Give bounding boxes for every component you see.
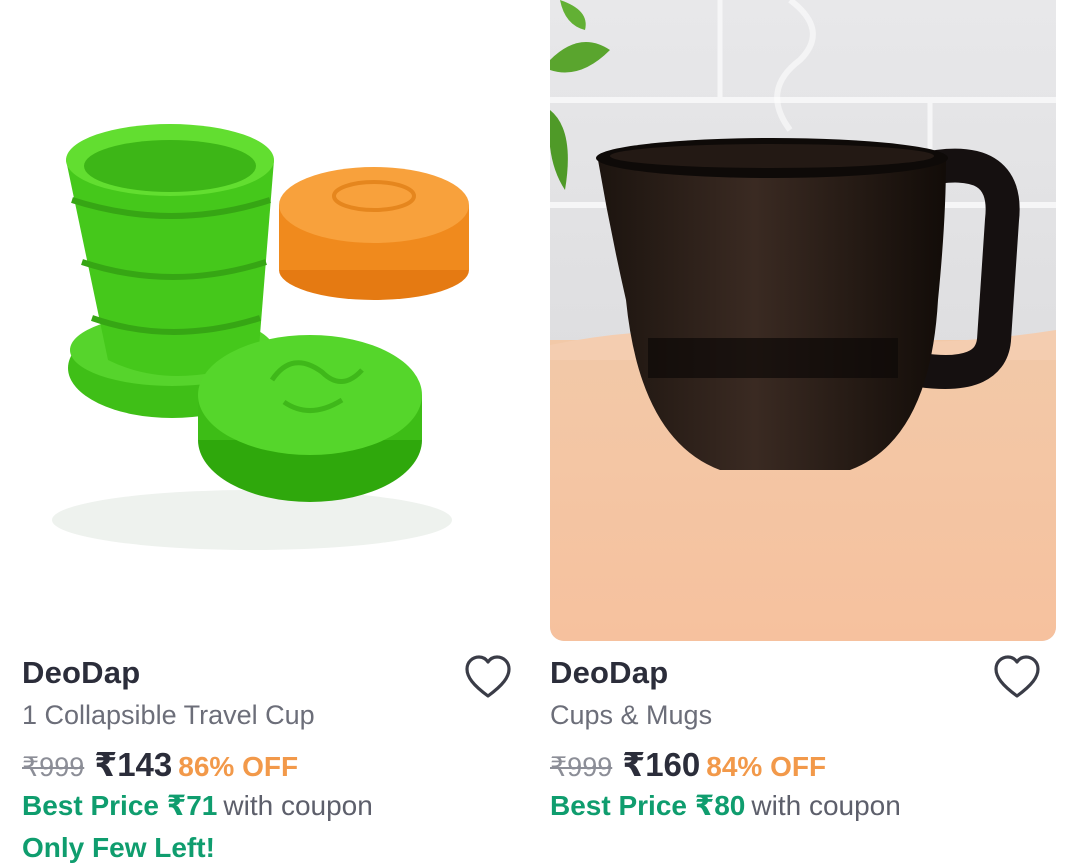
best-price-row: Best Price ₹71 with coupon [22, 789, 373, 822]
price-row: ₹999 ₹160 84% OFF [550, 745, 826, 785]
price-row: ₹999 ₹143 86% OFF [22, 745, 298, 785]
product-image[interactable] [550, 0, 1056, 641]
brand-name: DeoDap [550, 655, 669, 690]
selling-price: ₹160 [622, 746, 701, 783]
product-title: 1 Collapsible Travel Cup [22, 700, 315, 730]
product-title: Cups & Mugs [550, 700, 713, 730]
brand-name: DeoDap [22, 655, 141, 690]
wishlist-button[interactable] [463, 653, 513, 701]
discount-label: 86% OFF [178, 751, 299, 782]
product-card-collapsible-cup[interactable]: DeoDap 1 Collapsible Travel Cup ₹999 ₹143… [0, 0, 540, 863]
coupon-text: with coupon [223, 790, 373, 821]
original-price: ₹999 [550, 752, 613, 782]
best-price: Best Price ₹80 [550, 790, 746, 821]
product-image[interactable] [22, 0, 528, 641]
black-mug-illustration [550, 0, 1056, 641]
stock-note: Only Few Left! [22, 832, 215, 863]
heart-outline-icon [994, 655, 1040, 698]
selling-price: ₹143 [94, 746, 173, 783]
best-price: Best Price ₹71 [22, 790, 218, 821]
discount-label: 84% OFF [706, 751, 827, 782]
heart-outline-icon [465, 655, 511, 698]
collapsible-cup-illustration [22, 0, 528, 641]
coupon-text: with coupon [751, 790, 901, 821]
wishlist-button[interactable] [992, 653, 1042, 701]
product-card-mug[interactable]: DeoDap Cups & Mugs ₹999 ₹160 84% OFF Best … [550, 0, 1079, 857]
best-price-row: Best Price ₹80 with coupon [550, 789, 901, 822]
original-price: ₹999 [22, 752, 85, 782]
